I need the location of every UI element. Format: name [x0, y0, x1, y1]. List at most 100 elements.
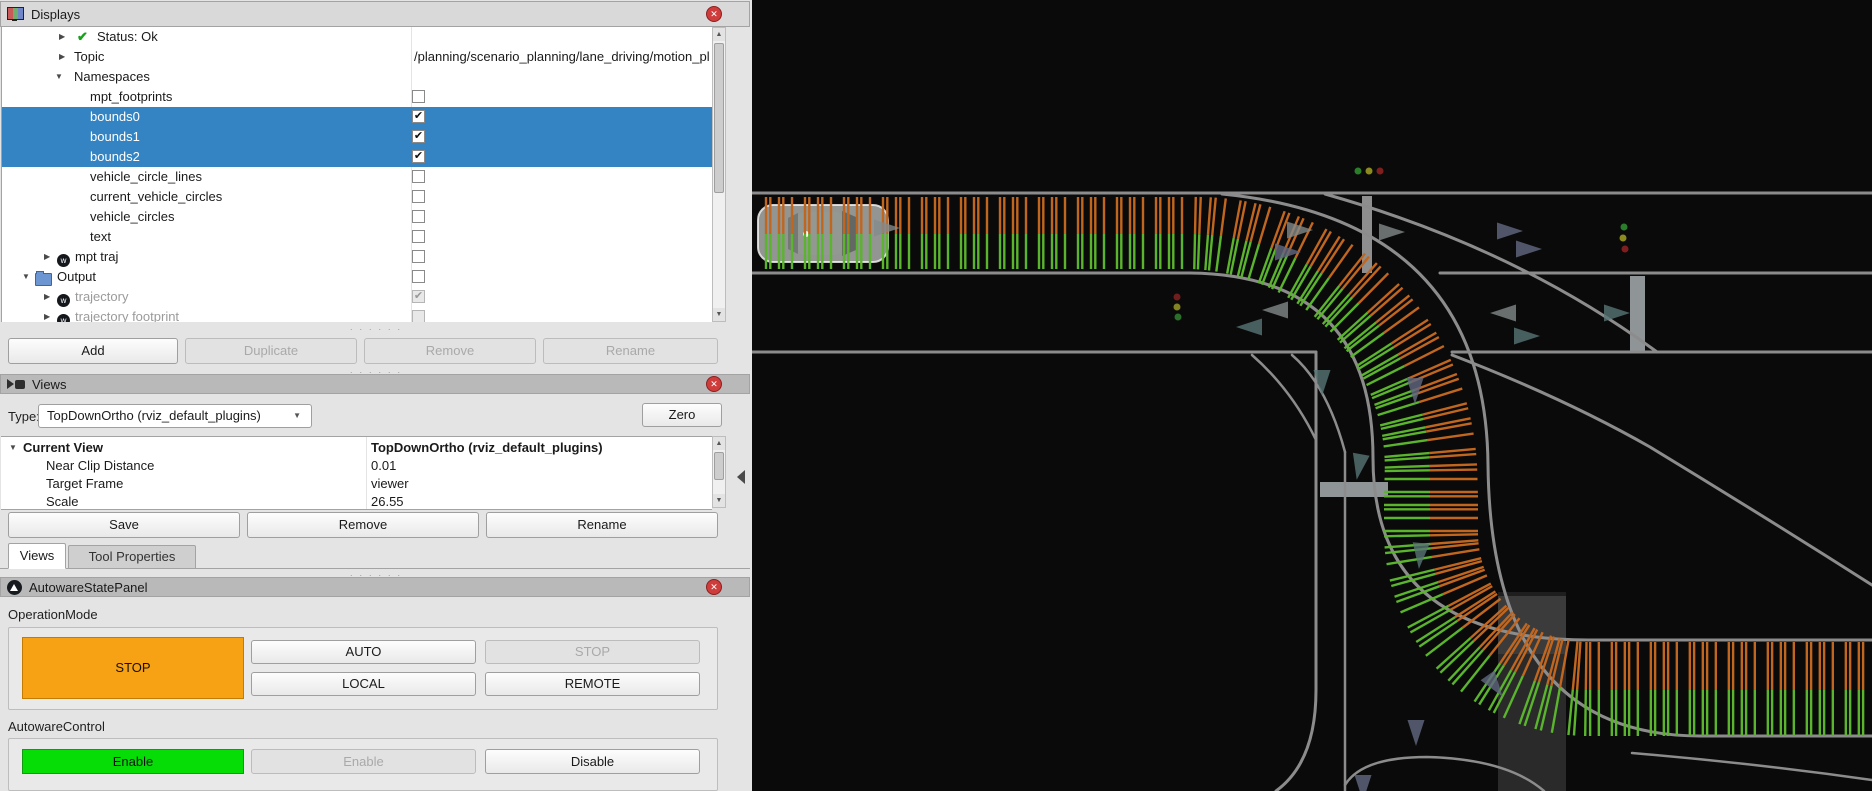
stop-disabled-button[interactable]: STOP [485, 640, 700, 664]
resize-handle-dots[interactable]: · · · · · · [340, 326, 412, 332]
collapse-arrow-icon[interactable]: ▼ [9, 439, 17, 457]
tree-row-output[interactable]: ▼ Output [2, 267, 713, 287]
remote-button[interactable]: REMOTE [485, 672, 700, 696]
trajectory-bound-tick-orange [1430, 534, 1478, 535]
enable-active-button[interactable]: Enable [22, 749, 244, 774]
duplicate-button[interactable]: Duplicate [185, 338, 357, 364]
trajectory-bound-tick-orange [1251, 204, 1261, 241]
zero-button[interactable]: Zero [642, 403, 722, 427]
trajectory-bound-tick-green [1387, 557, 1432, 564]
displays-panel-header[interactable]: Displays [0, 1, 750, 27]
autoware-display-icon: w [57, 307, 70, 322]
tree-row-text[interactable]: text [2, 227, 713, 247]
expand-arrow-icon[interactable]: ▶ [44, 307, 50, 322]
lane-boundary-line [1252, 355, 1316, 440]
displays-tree[interactable]: ▶✔Status: Ok▶Topic/planning/scenario_pla… [1, 27, 713, 322]
visibility-checkbox[interactable]: ✔ [412, 130, 425, 143]
autoware-state-panel-header[interactable]: AutowareStatePanel [0, 577, 750, 597]
visibility-checkbox[interactable] [412, 170, 425, 183]
trajectory-bound-tick-green [1378, 402, 1419, 415]
trajectory-bound-tick-orange [1307, 229, 1327, 264]
splitter-collapse-icon[interactable] [737, 470, 745, 484]
render-viewport-3d[interactable] [752, 0, 1872, 791]
tree-row-trajectory-footprint[interactable]: ▶ w trajectory footprint [2, 307, 713, 322]
operation-mode-label: OperationMode [8, 607, 98, 622]
auto-button[interactable]: AUTO [251, 640, 476, 664]
displays-close-button[interactable]: ✕ [706, 6, 722, 22]
trajectory-bound-tick-green [1384, 453, 1429, 457]
save-view-button[interactable]: Save [8, 512, 240, 538]
tree-row-vehicle-circles[interactable]: vehicle_circles [2, 207, 713, 227]
expand-arrow-icon[interactable]: ▶ [44, 247, 50, 267]
property-value[interactable]: TopDownOrtho (rviz_default_plugins) [371, 439, 603, 457]
view-type-dropdown[interactable]: TopDownOrtho (rviz_default_plugins) ▼ [38, 404, 312, 428]
trajectory-bound-tick-orange [1430, 470, 1477, 471]
remove-view-button[interactable]: Remove [247, 512, 479, 538]
tab-views[interactable]: Views [8, 543, 66, 569]
view-property-row[interactable]: Scale 26.55 [1, 493, 712, 510]
trajectory-bound-tick-orange [1586, 642, 1587, 690]
expand-arrow-icon[interactable]: ▶ [44, 287, 50, 307]
visibility-checkbox[interactable]: ✔ [412, 110, 425, 123]
visibility-checkbox[interactable]: ✔ [412, 150, 425, 163]
lane-direction-arrow-icon [1413, 542, 1430, 569]
trajectory-bound-tick-orange [1195, 197, 1196, 234]
rviz-window: Displays ✕ ▶✔Status: Ok▶Topic/planning/s… [0, 0, 1872, 791]
expand-arrow-icon[interactable]: ▶ [59, 27, 65, 47]
tree-row-label: trajectory footprint [75, 307, 179, 322]
property-name: Scale [46, 493, 79, 510]
views-close-button[interactable]: ✕ [706, 376, 722, 392]
autoware-icon [7, 580, 22, 595]
tree-row-vehicle-circle-lines[interactable]: vehicle_circle_lines [2, 167, 713, 187]
tree-row-mpt-traj[interactable]: ▶wmpt traj [2, 247, 713, 267]
rename-display-button[interactable]: Rename [543, 338, 718, 364]
tree-row-namespaces[interactable]: ▼Namespaces [2, 67, 713, 87]
visibility-checkbox[interactable] [412, 250, 425, 263]
collapse-arrow-icon[interactable]: ▼ [22, 267, 30, 287]
view-property-row[interactable]: Target Frameviewer [1, 475, 712, 493]
visibility-checkbox[interactable] [412, 230, 425, 243]
trajectory-bound-tick-orange [1429, 454, 1476, 457]
property-value[interactable]: 0.01 [371, 457, 396, 475]
tree-row-label: Output [57, 267, 96, 287]
disable-button[interactable]: Disable [485, 749, 700, 774]
tree-row-trajectory[interactable]: ▶wtrajectory✔ [2, 287, 713, 307]
view-property-row[interactable]: ▼Current ViewTopDownOrtho (rviz_default_… [1, 439, 712, 457]
autoware-display-icon: w [57, 287, 70, 307]
visibility-checkbox[interactable]: ✔ [412, 290, 425, 303]
trajectory-bound-tick-green [1385, 466, 1430, 468]
add-button[interactable]: Add [8, 338, 178, 364]
visibility-checkbox[interactable] [412, 190, 425, 203]
expand-arrow-icon[interactable]: ▶ [59, 47, 65, 67]
tree-row-bounds0[interactable]: bounds0✔ [2, 107, 713, 127]
property-value[interactable]: 26.55 [371, 493, 404, 510]
autoware-control-label: AutowareControl [8, 719, 105, 734]
remove-display-button[interactable]: Remove [364, 338, 536, 364]
rename-view-button[interactable]: Rename [486, 512, 718, 538]
lane-direction-arrow-icon [1514, 328, 1540, 345]
view-property-row[interactable]: Near Clip Distance0.01 [1, 457, 712, 475]
tab-tool-properties[interactable]: Tool Properties [68, 545, 196, 569]
tree-row-status-ok[interactable]: ▶✔Status: Ok [2, 27, 713, 47]
tree-row-mpt-footprints[interactable]: mpt_footprints [2, 87, 713, 107]
visibility-checkbox[interactable] [412, 270, 425, 283]
lane-boundary-line [1292, 355, 1345, 452]
visibility-checkbox[interactable] [412, 90, 425, 103]
views-scrollbar[interactable]: ▲ ▼ [712, 436, 726, 508]
displays-scrollbar[interactable]: ▲ ▼ [712, 27, 726, 322]
current-view-table[interactable]: ▼Current ViewTopDownOrtho (rviz_default_… [1, 436, 712, 510]
enable-disabled-button[interactable]: Enable [251, 749, 476, 774]
visibility-checkbox[interactable] [412, 310, 425, 322]
views-panel-header[interactable]: Views [0, 374, 750, 394]
property-value[interactable]: viewer [371, 475, 409, 493]
tree-row-bounds2[interactable]: bounds2✔ [2, 147, 713, 167]
trajectory-bound-tick-orange [1221, 198, 1226, 236]
stop-active-button[interactable]: STOP [22, 637, 244, 699]
tree-row-current-vehicle-circles[interactable]: current_vehicle_circles [2, 187, 713, 207]
autoware-close-button[interactable]: ✕ [706, 579, 722, 595]
collapse-arrow-icon[interactable]: ▼ [55, 67, 63, 87]
visibility-checkbox[interactable] [412, 210, 425, 223]
tree-row-topic[interactable]: ▶Topic/planning/scenario_planning/lane_d… [2, 47, 713, 67]
tree-row-bounds1[interactable]: bounds1✔ [2, 127, 713, 147]
local-button[interactable]: LOCAL [251, 672, 476, 696]
